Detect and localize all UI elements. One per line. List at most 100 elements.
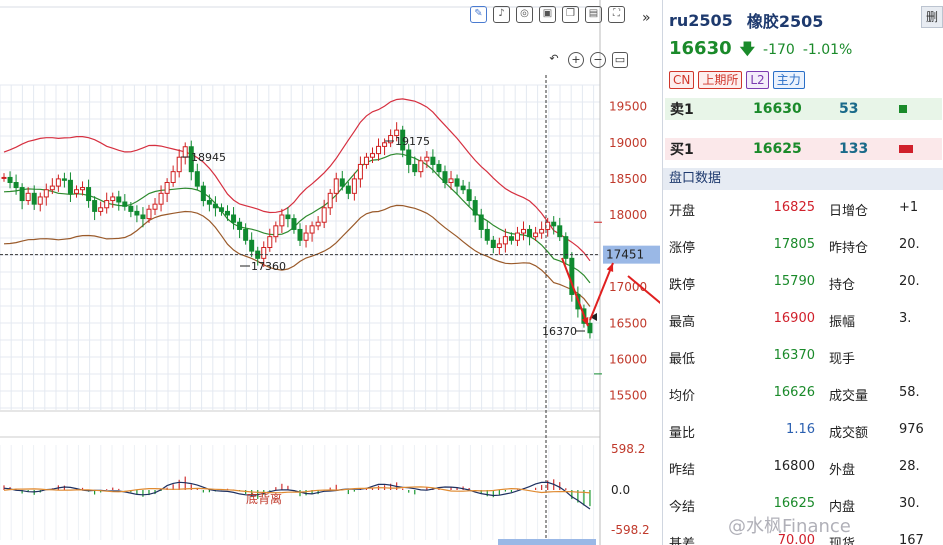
candle-body — [321, 207, 327, 223]
candle-body — [442, 171, 448, 184]
low-annotation: 17360 — [251, 260, 286, 273]
data-value: 16800 — [773, 459, 815, 474]
bid-volume: 133 — [839, 141, 869, 157]
candle-body — [303, 232, 309, 241]
signal-line — [3, 486, 591, 494]
zoom-out-icon[interactable]: − — [590, 52, 606, 68]
candle-body — [31, 192, 37, 205]
price-tick-label: 18000 — [609, 208, 647, 222]
candlestick-chart[interactable]: 1950019000185001800017000165001600015500… — [0, 0, 660, 545]
candle-body — [164, 182, 170, 194]
screenshot-icon[interactable]: ▣ — [539, 6, 556, 23]
data-label: 基差 — [669, 537, 696, 545]
fullscreen-icon[interactable]: ⛶ — [608, 6, 625, 23]
candle-body — [514, 232, 520, 241]
candle-body — [152, 203, 158, 210]
candle-body — [176, 156, 182, 173]
candle-body — [297, 228, 303, 241]
delete-button[interactable]: 删 — [921, 6, 943, 28]
data-label-2: 成交量 — [829, 389, 869, 404]
layout-icon[interactable]: ▤ — [585, 6, 602, 23]
ask-price: 16630 — [753, 101, 802, 117]
candle-body — [496, 243, 502, 248]
candle-body — [412, 163, 418, 173]
camera-icon[interactable]: ◎ — [516, 6, 533, 23]
candle-body — [55, 178, 61, 187]
zoom-in-icon[interactable]: + — [568, 52, 584, 68]
quote-header: ru2505 橡胶2505 删 16630 🡇 -170 -1.01% CN 上… — [663, 0, 943, 92]
data-label: 跌停 — [669, 278, 696, 293]
candle-body — [73, 189, 79, 194]
candle-body — [194, 171, 200, 187]
high-annotation: 18945 — [191, 151, 226, 164]
ask-label: 卖1 — [670, 102, 694, 118]
tag-l2: L2 — [746, 71, 769, 89]
box-select-icon[interactable]: ▭ — [612, 52, 628, 68]
candle-body — [212, 203, 218, 209]
candle-body — [128, 205, 134, 212]
candle-body — [140, 214, 146, 220]
pencil-icon[interactable]: ✎ — [470, 6, 487, 23]
collapse-panel-icon[interactable]: » — [642, 10, 651, 26]
candle-body — [291, 218, 297, 230]
candle-body — [158, 192, 164, 205]
data-value: 15790 — [773, 274, 815, 289]
candle-body — [490, 239, 496, 248]
candle-body — [363, 156, 369, 165]
data-value: 16370 — [773, 348, 815, 363]
data-value-2: 167 — [899, 533, 924, 545]
data-label-2: 外盘 — [829, 463, 856, 478]
candle-body — [237, 221, 243, 230]
candle-body — [37, 196, 43, 205]
bid-row[interactable]: 买1 16625 133 — [665, 138, 942, 160]
data-label-2: 成交额 — [829, 426, 869, 441]
high2-annotation: 19175 — [395, 135, 430, 148]
data-label: 涨停 — [669, 241, 696, 256]
candle-body — [388, 135, 394, 144]
candle-body — [7, 176, 13, 183]
low2-annotation: 16370 — [542, 325, 577, 338]
macd-line — [3, 481, 591, 510]
candle-body — [539, 228, 545, 234]
candle-body — [206, 200, 212, 205]
copy-icon[interactable]: ❐ — [562, 6, 579, 23]
candle-body — [382, 142, 388, 147]
candle-body — [43, 189, 49, 198]
market-data-row: 昨结 16800 外盘 28. — [663, 459, 943, 479]
quote-panel: ru2505 橡胶2505 删 16630 🡇 -170 -1.01% CN 上… — [662, 0, 943, 545]
candle-body — [557, 225, 563, 238]
candle-body — [460, 185, 466, 191]
candle-body — [527, 228, 533, 238]
bid-label: 买1 — [670, 142, 694, 158]
price-tick-label: 18500 — [609, 172, 647, 186]
data-label: 均价 — [669, 389, 696, 404]
arrow-up-head — [606, 263, 614, 272]
candle-body — [67, 179, 73, 194]
candle-body — [551, 221, 557, 227]
market-data-row: 量比 1.16 成交额 976 — [663, 422, 943, 442]
candle-body — [231, 214, 237, 223]
candle-body — [309, 225, 315, 234]
bell-icon[interactable]: ♪ — [493, 6, 510, 23]
upper-band-line — [3, 98, 591, 262]
candle-body — [357, 163, 363, 180]
undo-icon[interactable]: ↶ — [546, 52, 562, 68]
market-data-row: 跌停 15790 持仓 20. — [663, 274, 943, 294]
ask-row[interactable]: 卖1 16630 53 — [665, 98, 942, 120]
data-value-2: +1 — [899, 200, 919, 215]
candle-body — [170, 171, 176, 184]
chart-panel[interactable]: 19500 19000 18500 18000 17000 16500 16000 15500… — [0, 0, 660, 545]
candle-body — [351, 178, 357, 194]
candle-body — [86, 187, 92, 202]
data-value-2: 28. — [899, 459, 920, 474]
data-value: 1.16 — [786, 422, 815, 437]
tag-main-contract: 主力 — [772, 71, 805, 89]
data-value-2: 976 — [899, 422, 924, 437]
symbol-code: ru2505 — [669, 10, 733, 30]
price-tick-label: 16500 — [609, 316, 647, 330]
ask-volume: 53 — [839, 101, 859, 117]
candle-body — [315, 221, 321, 227]
candle-body — [116, 196, 122, 203]
current-price-label: 17451 — [606, 248, 644, 262]
candle-body — [424, 156, 430, 162]
